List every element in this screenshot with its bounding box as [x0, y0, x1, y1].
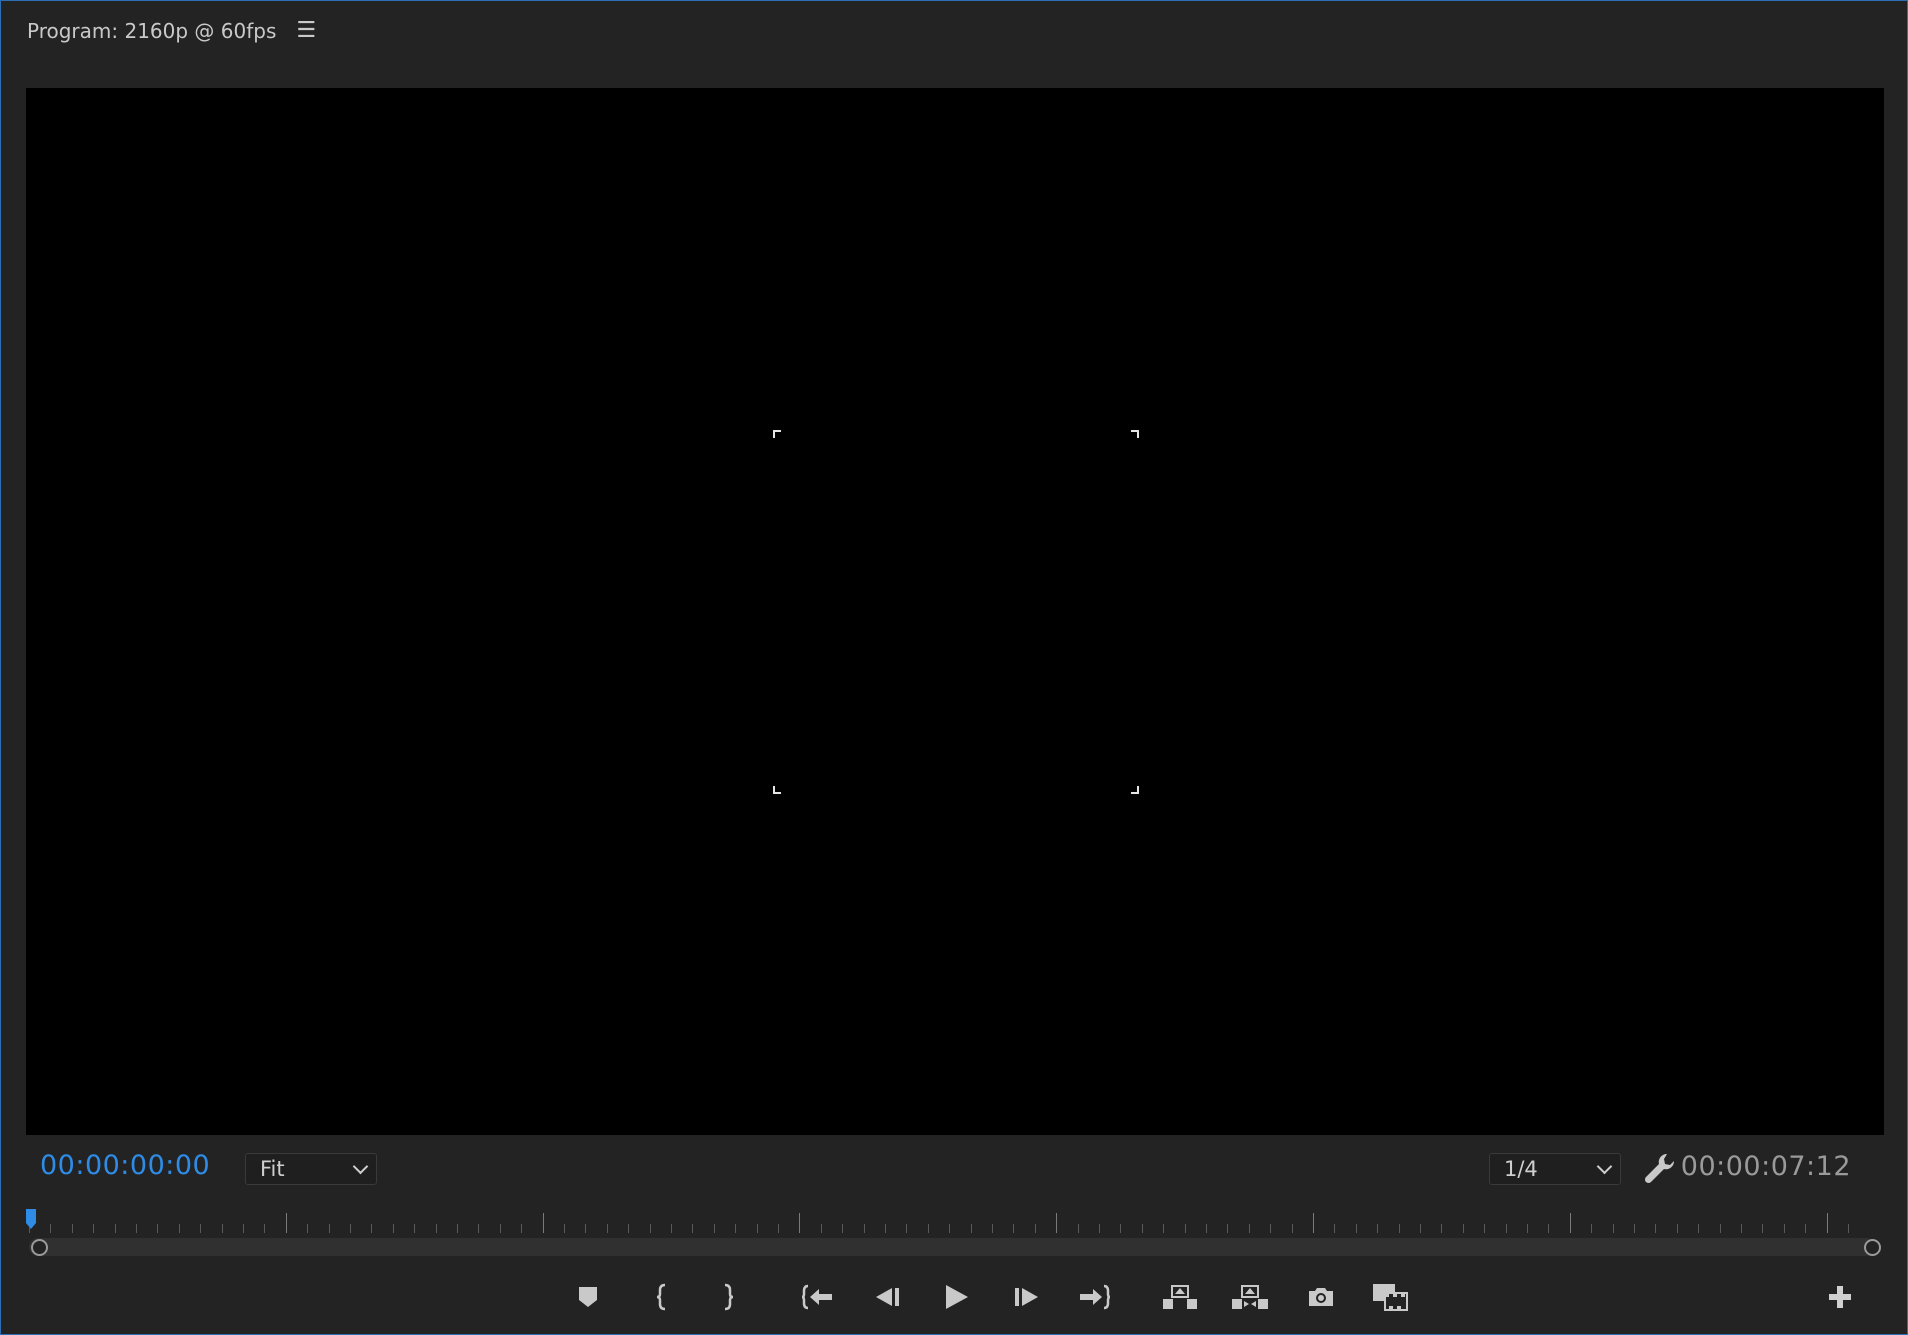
mark-out-button[interactable] [707, 1276, 747, 1318]
step-back-button[interactable] [867, 1276, 907, 1318]
chevron-down-icon [1596, 1158, 1613, 1175]
playback-resolution-select[interactable]: 1/4 [1489, 1153, 1621, 1185]
extract-button[interactable] [1230, 1276, 1270, 1318]
scrollbar-right-handle[interactable] [1864, 1239, 1881, 1256]
go-to-in-button[interactable] [798, 1276, 838, 1318]
marker-icon [579, 1287, 597, 1307]
camera-icon [1309, 1288, 1333, 1306]
extract-icon [1232, 1285, 1268, 1309]
mark-out-icon [724, 1283, 734, 1311]
safe-margin-corner-icon [773, 786, 781, 794]
panel-header: Program: 2160p @ 60fps ☰ [27, 15, 316, 47]
chevron-down-icon [352, 1158, 369, 1175]
transport-controls [1, 1276, 1908, 1318]
lift-button[interactable] [1160, 1276, 1200, 1318]
time-ruler[interactable] [29, 1211, 1865, 1237]
safe-margin-corner-icon [1131, 430, 1139, 438]
playhead-icon[interactable] [25, 1208, 37, 1230]
zoom-level-select[interactable]: Fit [245, 1153, 377, 1185]
add-button-icon[interactable] [1827, 1284, 1853, 1310]
play-button[interactable] [936, 1276, 976, 1318]
comparison-view-icon [1373, 1284, 1408, 1311]
current-timecode[interactable]: 00:00:00:00 [40, 1150, 210, 1181]
video-viewer[interactable] [26, 88, 1884, 1135]
settings-wrench-icon[interactable] [1643, 1151, 1677, 1185]
step-forward-button[interactable] [1007, 1276, 1047, 1318]
mark-in-button[interactable] [643, 1276, 683, 1318]
safe-margin-corner-icon [773, 430, 781, 438]
duration-timecode: 00:00:07:12 [1680, 1151, 1851, 1182]
step-back-icon [876, 1288, 899, 1306]
go-to-in-icon [802, 1284, 832, 1310]
hamburger-menu-icon[interactable]: ☰ [296, 20, 316, 42]
program-monitor-panel: Program: 2160p @ 60fps ☰ 00:00:00:00 Fit… [0, 0, 1908, 1335]
comparison-view-button[interactable] [1370, 1276, 1410, 1318]
export-frame-button[interactable] [1301, 1276, 1341, 1318]
step-forward-icon [1015, 1288, 1038, 1306]
add-marker-button[interactable] [568, 1276, 608, 1318]
scrollbar-left-handle[interactable] [31, 1239, 48, 1256]
mark-in-icon [656, 1283, 666, 1311]
zoom-scrollbar[interactable] [29, 1238, 1875, 1256]
play-icon [946, 1285, 968, 1309]
panel-title[interactable]: Program: 2160p @ 60fps [27, 19, 276, 43]
playback-resolution-value: 1/4 [1504, 1157, 1538, 1181]
safe-margin-corner-icon [1131, 786, 1139, 794]
lift-icon [1163, 1285, 1197, 1309]
go-to-out-icon [1080, 1284, 1110, 1310]
zoom-level-value: Fit [260, 1157, 285, 1181]
go-to-out-button[interactable] [1074, 1276, 1114, 1318]
